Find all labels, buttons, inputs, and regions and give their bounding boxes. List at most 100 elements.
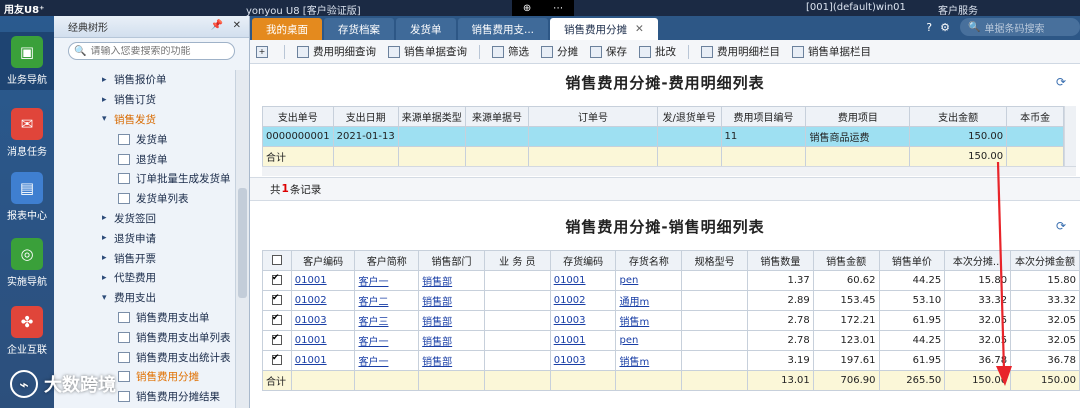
chevron-down-icon[interactable]: ▾	[102, 293, 114, 303]
chevron-right-icon[interactable]: ▸	[102, 253, 114, 263]
table-cell[interactable]: 客户二	[354, 290, 420, 311]
column-header[interactable]: 订单号	[528, 106, 658, 127]
nav-enterprise[interactable]: ✤ 企业互联	[0, 302, 54, 360]
zoom-icon[interactable]: ⊕	[523, 3, 531, 14]
nav-business-nav[interactable]: ▣ 业务导航	[0, 32, 54, 90]
table-cell[interactable]: 01001	[549, 270, 617, 291]
tree-item[interactable]: ▾ 费用支出	[54, 288, 234, 308]
tab-4[interactable]: 销售费用分摊 ✕	[550, 18, 658, 40]
close-icon[interactable]: ✕	[233, 20, 241, 31]
table-cell[interactable]: 01002	[549, 290, 617, 311]
table-cell[interactable]: 01001	[290, 270, 356, 291]
tree-scrollbar-thumb[interactable]	[238, 188, 247, 298]
toolbar-button-6[interactable]: 费用明细栏目	[701, 44, 780, 59]
table-cell[interactable]: 客户一	[354, 270, 420, 291]
tree-item[interactable]: 销售费用支出单列表	[54, 327, 234, 347]
table-cell[interactable]: 01002	[290, 290, 356, 311]
tree-item[interactable]: 发货单	[54, 129, 234, 149]
table-cell[interactable]: 销售部	[418, 310, 485, 331]
table-cell[interactable]: 销售商品运费	[805, 126, 911, 147]
close-tab-icon[interactable]: ✕	[635, 23, 644, 35]
account-info[interactable]: [001](default)win01	[806, 2, 906, 13]
table-cell[interactable]: 0000000001	[262, 126, 334, 147]
table-cell[interactable]: 01001	[549, 330, 617, 351]
tree-item[interactable]: ▸ 代垫费用	[54, 268, 234, 288]
tree-item[interactable]: ▸ 销售开票	[54, 248, 234, 268]
table-row[interactable]: 01002客户二销售部01002通用m2.89153.4553.1033.323…	[262, 290, 1080, 311]
tree-item[interactable]: ▸ 发货签回	[54, 209, 234, 229]
toolbar-button-2[interactable]: 筛选	[492, 44, 529, 59]
zoom-toolbar[interactable]: ⊕ ⋯	[512, 0, 574, 16]
row-checkbox[interactable]	[262, 330, 292, 351]
table-cell[interactable]: 销售部	[418, 270, 485, 291]
row-checkbox[interactable]	[262, 290, 292, 311]
table-cell[interactable]	[397, 126, 466, 147]
pin-icon[interactable]: 📌	[211, 20, 223, 31]
column-header[interactable]: 费用项目	[805, 106, 911, 127]
select-all-checkbox[interactable]	[262, 250, 292, 271]
chevron-right-icon[interactable]: ▸	[102, 233, 114, 243]
column-header[interactable]: 来源单据号	[464, 106, 530, 127]
table-cell[interactable]: 通用m	[615, 290, 683, 311]
column-header[interactable]: 客户编码	[290, 250, 356, 271]
tree-item[interactable]: ▸ 退货申请	[54, 228, 234, 248]
expense-hscroll[interactable]	[262, 166, 1076, 176]
column-header[interactable]: 支出日期	[332, 106, 399, 127]
table-cell[interactable]: 11	[720, 126, 807, 147]
table-cell[interactable]: pen	[615, 330, 683, 351]
toolbar-button-1[interactable]: 销售单据查询	[388, 44, 467, 59]
chevron-right-icon[interactable]: ▸	[102, 273, 114, 283]
row-checkbox[interactable]	[262, 270, 292, 291]
chevron-right-icon[interactable]: ▸	[102, 75, 114, 85]
table-cell[interactable]: 客户三	[354, 310, 420, 331]
column-header[interactable]: 规格型号	[681, 250, 748, 271]
tree-search-input[interactable]	[90, 45, 234, 57]
column-header[interactable]: 存货名称	[615, 250, 683, 271]
row-checkbox[interactable]	[262, 350, 292, 371]
column-header[interactable]: 销售部门	[418, 250, 485, 271]
nav-message[interactable]: ✉ 消息任务	[0, 104, 54, 162]
table-cell[interactable]: 销售部	[418, 290, 485, 311]
tree-item[interactable]: 发货单列表	[54, 189, 234, 209]
table-cell[interactable]: 01001	[290, 350, 356, 371]
tab-0[interactable]: 我的桌面	[252, 18, 322, 40]
barcode-search-box[interactable]: 🔍 单据条码搜索	[960, 18, 1080, 36]
tree-item[interactable]: ▾ 销售发货	[54, 110, 234, 130]
column-header[interactable]: 支出单号	[262, 106, 334, 127]
column-header[interactable]: 本币金	[1006, 106, 1064, 127]
tab-3[interactable]: 销售费用支...	[457, 18, 549, 40]
table-cell[interactable]: 150.00	[909, 126, 1008, 147]
chevron-right-icon[interactable]: ▸	[102, 213, 114, 223]
column-header[interactable]: 销售数量	[747, 250, 814, 271]
table-cell[interactable]: 销售m	[615, 310, 683, 331]
column-header[interactable]: 支出金额	[909, 106, 1008, 127]
chevron-down-icon[interactable]: ▾	[102, 114, 114, 124]
refresh-icon[interactable]: ⟳	[1056, 219, 1066, 233]
table-row[interactable]: 01001客户一销售部01001pen1.3760.6244.2515.8015…	[262, 270, 1080, 291]
toolbar-button-5[interactable]: 批改	[639, 44, 676, 59]
settings-icon[interactable]: ⚙	[940, 21, 950, 34]
add-button[interactable]: +	[256, 45, 272, 58]
column-header[interactable]: 销售金额	[812, 250, 880, 271]
tree-item[interactable]: ▸ 销售报价单	[54, 70, 234, 90]
nav-implement-nav[interactable]: ◎ 实施导航	[0, 234, 54, 292]
tree-item[interactable]: 订单批量生成发货单	[54, 169, 234, 189]
table-row[interactable]: 0000000001 2021-01-13 11 销售商品运费 150.00	[262, 126, 1064, 147]
customer-service-link[interactable]: 客户服务	[938, 2, 978, 17]
tree-item[interactable]: ▸ 销售订货	[54, 90, 234, 110]
table-cell[interactable]: 01003	[549, 350, 617, 371]
table-cell[interactable]: 销售部	[418, 330, 485, 351]
more-icon[interactable]: ⋯	[553, 3, 563, 14]
table-cell[interactable]: 01003	[549, 310, 617, 331]
table-cell[interactable]: 01003	[290, 310, 356, 331]
tree-item[interactable]: 退货单	[54, 149, 234, 169]
table-cell[interactable]	[528, 126, 658, 147]
column-header[interactable]: 来源单据类型	[397, 106, 466, 127]
tree-item[interactable]: 销售费用支出统计表	[54, 347, 234, 367]
column-header[interactable]: 费用项目编号	[720, 106, 807, 127]
tree-item[interactable]: 销售费用支出单	[54, 308, 234, 328]
table-cell[interactable]: 01001	[290, 330, 356, 351]
column-header[interactable]: 客户简称	[354, 250, 420, 271]
tab-1[interactable]: 存货档案	[324, 18, 394, 40]
toolbar-button-0[interactable]: 费用明细查询	[297, 44, 376, 59]
